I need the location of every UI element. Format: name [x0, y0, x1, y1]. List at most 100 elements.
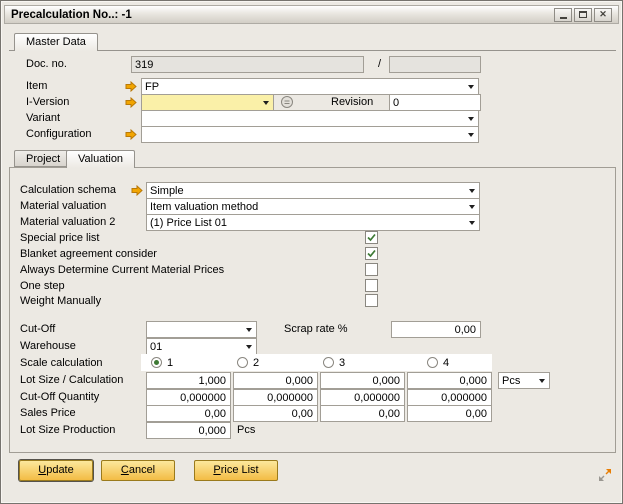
- scale-3-label: 3: [339, 357, 345, 369]
- lot-size-calculation-field-3[interactable]: 0,000: [320, 372, 405, 389]
- warehouse-combo[interactable]: 01: [146, 338, 257, 355]
- window-controls: ✕: [554, 8, 612, 22]
- scale-calculation-label: Scale calculation: [20, 357, 103, 369]
- scale-4-radio[interactable]: [427, 357, 438, 368]
- minimize-button[interactable]: [554, 8, 572, 22]
- window-title: Precalculation No..: -1: [11, 9, 554, 21]
- cut-off-quantity-field-2[interactable]: 0,000000: [233, 389, 318, 406]
- i-version-combo[interactable]: [141, 94, 274, 111]
- calculation-schema-link-arrow-icon[interactable]: [131, 185, 143, 196]
- configuration-combo[interactable]: [141, 126, 479, 143]
- one-step-label: One step: [20, 280, 65, 292]
- always-determine-prices-checkbox[interactable]: [365, 263, 378, 276]
- variant-label: Variant: [26, 112, 60, 124]
- configuration-dropdown-arrow-icon[interactable]: [468, 133, 474, 137]
- cut-off-quantity-field-4[interactable]: 0,000000: [407, 389, 492, 406]
- item-combo[interactable]: FP: [141, 78, 479, 95]
- doc-no-separator: /: [378, 58, 381, 70]
- cancel-button[interactable]: Cancel: [101, 460, 175, 481]
- calculation-schema-dropdown-arrow-icon[interactable]: [469, 189, 475, 193]
- scale-1-label: 1: [167, 357, 173, 369]
- item-label: Item: [26, 80, 47, 92]
- special-price-list-label: Special price list: [20, 232, 99, 244]
- update-button[interactable]: Update: [19, 460, 93, 481]
- maximize-icon: [579, 11, 587, 18]
- doc-no-field: 319: [131, 56, 364, 73]
- close-button[interactable]: ✕: [594, 8, 612, 22]
- material-valuation-2-combo[interactable]: (1) Price List 01: [146, 214, 480, 231]
- scale-2-radio[interactable]: [237, 357, 248, 368]
- cut-off-dropdown-arrow-icon[interactable]: [246, 328, 252, 332]
- calculation-schema-label: Calculation schema: [20, 184, 116, 196]
- tab-valuation[interactable]: Valuation: [66, 150, 135, 168]
- lot-size-calculation-field-4[interactable]: 0,000: [407, 372, 492, 389]
- calculation-schema-combo[interactable]: Simple: [146, 182, 480, 199]
- scale-strip: [141, 354, 492, 371]
- scrap-rate-field[interactable]: 0,00: [391, 321, 481, 338]
- sales-price-label: Sales Price: [20, 407, 76, 419]
- collapse-form-icon: [598, 468, 612, 482]
- i-version-circle-button[interactable]: [280, 95, 294, 109]
- doc-no-label: Doc. no.: [26, 58, 67, 70]
- tab-project-label: Project: [26, 153, 60, 165]
- lot-size-unit-dropdown-arrow-icon[interactable]: [539, 379, 545, 383]
- scale-2-label: 2: [253, 357, 259, 369]
- cut-off-combo[interactable]: [146, 321, 257, 338]
- variant-combo[interactable]: [141, 110, 479, 127]
- sales-price-field-3[interactable]: 0,00: [320, 405, 405, 422]
- lot-size-calculation-field-2[interactable]: 0,000: [233, 372, 318, 389]
- one-step-checkbox[interactable]: [365, 279, 378, 292]
- material-valuation-2-dropdown-arrow-icon[interactable]: [469, 221, 475, 225]
- header-separator-line: [9, 50, 616, 51]
- scrap-rate-label: Scrap rate %: [284, 323, 348, 335]
- item-dropdown-arrow-icon[interactable]: [468, 85, 474, 89]
- price-list-button[interactable]: Price List: [194, 460, 278, 481]
- lot-size-production-field[interactable]: 0,000: [146, 422, 231, 439]
- minimize-icon: [560, 17, 567, 19]
- warehouse-dropdown-arrow-icon[interactable]: [246, 345, 252, 349]
- sales-price-field-1[interactable]: 0,00: [146, 405, 231, 422]
- variant-dropdown-arrow-icon[interactable]: [468, 117, 474, 121]
- maximize-button[interactable]: [574, 8, 592, 22]
- revision-label: Revision: [331, 96, 373, 108]
- close-icon: ✕: [599, 10, 607, 19]
- lot-size-production-unit-label: Pcs: [237, 424, 255, 436]
- blanket-agreement-label: Blanket agreement consider: [20, 248, 157, 260]
- tab-master-data[interactable]: Master Data: [14, 33, 98, 51]
- collapse-form-button[interactable]: [598, 468, 612, 482]
- item-link-arrow-icon[interactable]: [125, 81, 137, 92]
- material-valuation-label: Material valuation: [20, 200, 106, 212]
- configuration-label: Configuration: [26, 128, 91, 140]
- weight-manually-checkbox[interactable]: [365, 294, 378, 307]
- material-valuation-dropdown-arrow-icon[interactable]: [469, 205, 475, 209]
- scale-1-radio[interactable]: [151, 357, 162, 368]
- cut-off-quantity-field-3[interactable]: 0,000000: [320, 389, 405, 406]
- check-icon: [367, 249, 376, 261]
- i-version-dropdown-arrow-icon[interactable]: [263, 101, 269, 105]
- material-valuation-combo[interactable]: Item valuation method: [146, 198, 480, 215]
- cut-off-quantity-field-1[interactable]: 0,000000: [146, 389, 231, 406]
- lot-size-calculation-field-1[interactable]: 1,000: [146, 372, 231, 389]
- scale-3-radio[interactable]: [323, 357, 334, 368]
- i-version-link-arrow-icon[interactable]: [125, 97, 137, 108]
- lot-size-calculation-label: Lot Size / Calculation: [20, 374, 123, 386]
- doc-no-second-field: [389, 56, 481, 73]
- revision-field[interactable]: 0: [389, 94, 481, 111]
- sales-price-field-2[interactable]: 0,00: [233, 405, 318, 422]
- titlebar[interactable]: Precalculation No..: -1 ✕: [4, 5, 619, 24]
- material-valuation-2-label: Material valuation 2: [20, 216, 115, 228]
- tab-master-data-label: Master Data: [26, 36, 86, 48]
- always-determine-prices-label: Always Determine Current Material Prices: [20, 264, 224, 276]
- lot-size-unit-combo[interactable]: Pcs: [498, 372, 550, 389]
- tab-project[interactable]: Project: [14, 150, 72, 167]
- check-icon: [367, 233, 376, 245]
- lot-size-production-label: Lot Size Production: [20, 424, 115, 436]
- sales-price-field-4[interactable]: 0,00: [407, 405, 492, 422]
- configuration-link-arrow-icon[interactable]: [125, 129, 137, 140]
- warehouse-label: Warehouse: [20, 340, 76, 352]
- blanket-agreement-checkbox[interactable]: [365, 247, 378, 260]
- i-version-label: I-Version: [26, 96, 69, 108]
- precalculation-window: Precalculation No..: -1 ✕ Master Data Do…: [0, 0, 623, 504]
- special-price-list-checkbox[interactable]: [365, 231, 378, 244]
- weight-manually-label: Weight Manually: [20, 295, 101, 307]
